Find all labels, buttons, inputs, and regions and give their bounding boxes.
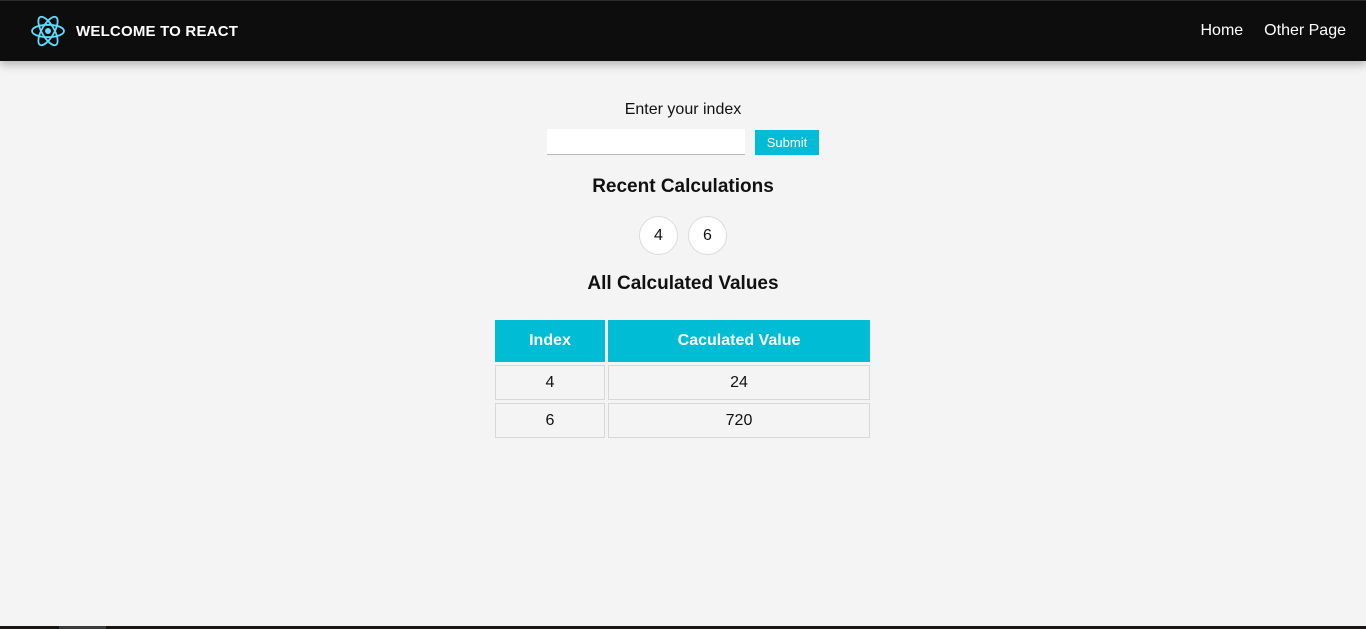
react-atom-icon bbox=[31, 15, 65, 47]
table-row: 6 720 bbox=[495, 403, 870, 438]
submit-button[interactable]: Submit bbox=[755, 129, 819, 155]
recent-item: 4 bbox=[639, 216, 678, 255]
cell-index: 6 bbox=[495, 403, 605, 438]
brand-title: WELCOME TO REACT bbox=[76, 22, 239, 40]
values-table: Index Caculated Value 4 24 6 720 bbox=[492, 317, 873, 441]
table-row: 4 24 bbox=[495, 365, 870, 400]
navbar: WELCOME TO REACT Home Other Page bbox=[0, 0, 1366, 61]
table-header-row: Index Caculated Value bbox=[495, 320, 870, 362]
cell-index: 4 bbox=[495, 365, 605, 400]
cell-value: 720 bbox=[608, 403, 870, 438]
nav-link-home[interactable]: Home bbox=[1200, 22, 1243, 40]
header-index: Index bbox=[495, 320, 605, 362]
index-label: Enter your index bbox=[624, 101, 742, 118]
header-calculated-value: Caculated Value bbox=[608, 320, 870, 362]
cell-value: 24 bbox=[608, 365, 870, 400]
nav-links: Home Other Page bbox=[1179, 22, 1346, 40]
brand[interactable]: WELCOME TO REACT bbox=[30, 13, 238, 49]
nav-link-other-page[interactable]: Other Page bbox=[1264, 22, 1346, 40]
all-values-title: All Calculated Values bbox=[587, 273, 779, 294]
form-row: Submit bbox=[0, 129, 1366, 155]
recent-item: 6 bbox=[688, 216, 727, 255]
main-content: Enter your index Submit Recent Calculati… bbox=[0, 61, 1366, 441]
recent-list: 4 6 bbox=[0, 216, 1366, 255]
index-input[interactable] bbox=[547, 129, 745, 155]
index-form: Enter your index Submit bbox=[0, 100, 1366, 155]
recent-calculations-title: Recent Calculations bbox=[592, 176, 774, 197]
